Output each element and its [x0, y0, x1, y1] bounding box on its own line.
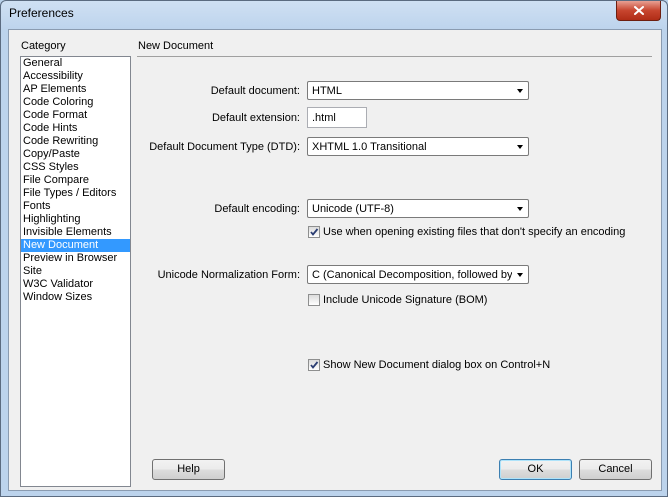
category-item-site[interactable]: Site [21, 265, 130, 278]
dropdown-arrow-icon [517, 207, 523, 211]
category-list[interactable]: General Accessibility AP Elements Code C… [20, 56, 131, 487]
default-extension-label: Default extension: [211, 112, 300, 124]
category-item-general[interactable]: General [21, 57, 130, 70]
use-encoding-checkbox[interactable] [308, 226, 320, 238]
show-dialog-checkbox[interactable] [308, 359, 320, 371]
dropdown-arrow-icon [517, 145, 523, 149]
checkmark-icon [310, 228, 319, 236]
category-item-preview-in-browser[interactable]: Preview in Browser [21, 252, 130, 265]
encoding-label: Default encoding: [214, 203, 300, 215]
category-item-code-coloring[interactable]: Code Coloring [21, 96, 130, 109]
cancel-button[interactable]: Cancel [579, 459, 652, 480]
category-item-css-styles[interactable]: CSS Styles [21, 161, 130, 174]
default-extension-value: .html [312, 112, 336, 124]
category-item-highlighting[interactable]: Highlighting [21, 213, 130, 226]
category-item-code-hints[interactable]: Code Hints [21, 122, 130, 135]
category-item-accessibility[interactable]: Accessibility [21, 70, 130, 83]
help-button[interactable]: Help [152, 459, 225, 480]
category-item-file-compare[interactable]: File Compare [21, 174, 130, 187]
category-item-window-sizes[interactable]: Window Sizes [21, 291, 130, 304]
category-item-file-types-editors[interactable]: File Types / Editors [21, 187, 130, 200]
panel-title: New Document [138, 40, 214, 52]
default-document-select[interactable]: HTML [307, 81, 529, 100]
unicode-signature-label: Include Unicode Signature (BOM) [323, 294, 488, 306]
preferences-window: Preferences Category General Accessibili… [0, 0, 668, 497]
show-dialog-label: Show New Document dialog box on Control+… [323, 359, 551, 371]
ok-button[interactable]: OK [499, 459, 572, 480]
category-item-new-document[interactable]: New Document [21, 239, 130, 252]
window-title: Preferences [9, 6, 74, 20]
category-item-ap-elements[interactable]: AP Elements [21, 83, 130, 96]
encoding-value: Unicode (UTF-8) [312, 203, 394, 215]
doc-type-select[interactable]: XHTML 1.0 Transitional [307, 137, 529, 156]
dropdown-arrow-icon [517, 89, 523, 93]
normalization-value: C (Canonical Decomposition, followed by … [312, 269, 512, 281]
encoding-select[interactable]: Unicode (UTF-8) [307, 199, 529, 218]
close-button[interactable] [616, 1, 661, 21]
category-item-fonts[interactable]: Fonts [21, 200, 130, 213]
category-item-w3c-validator[interactable]: W3C Validator [21, 278, 130, 291]
title-bar[interactable]: Preferences [1, 1, 667, 29]
category-heading: Category [21, 40, 66, 52]
doc-type-label: Default Document Type (DTD): [149, 141, 300, 153]
dialog-client-area: Category General Accessibility AP Elemen… [8, 29, 662, 491]
category-item-copy-paste[interactable]: Copy/Paste [21, 148, 130, 161]
dropdown-arrow-icon [517, 273, 523, 277]
category-item-invisible-elements[interactable]: Invisible Elements [21, 226, 130, 239]
unicode-signature-checkbox[interactable] [308, 294, 320, 306]
panel-divider [137, 56, 652, 57]
checkmark-icon [310, 361, 319, 369]
close-icon [633, 6, 644, 15]
use-encoding-label: Use when opening existing files that don… [323, 226, 626, 238]
default-document-label: Default document: [210, 85, 300, 97]
category-item-code-rewriting[interactable]: Code Rewriting [21, 135, 130, 148]
normalization-label: Unicode Normalization Form: [157, 269, 300, 281]
category-item-code-format[interactable]: Code Format [21, 109, 130, 122]
normalization-select[interactable]: C (Canonical Decomposition, followed by … [307, 265, 529, 284]
default-extension-input[interactable]: .html [307, 107, 367, 128]
default-document-value: HTML [312, 85, 342, 97]
doc-type-value: XHTML 1.0 Transitional [312, 141, 427, 153]
